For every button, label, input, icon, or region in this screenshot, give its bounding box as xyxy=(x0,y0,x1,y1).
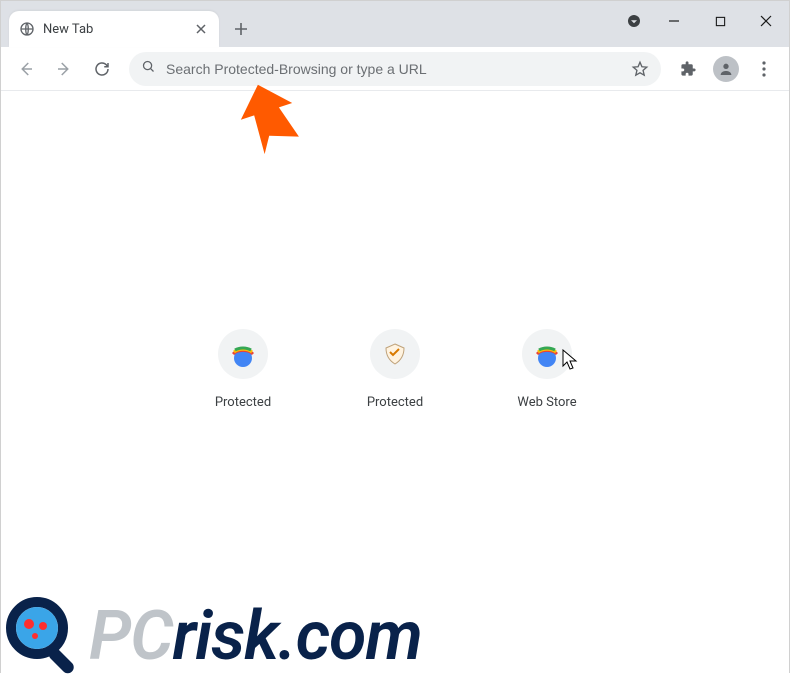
window-controls xyxy=(617,1,789,41)
globe-icon xyxy=(19,21,35,37)
extensions-icon[interactable] xyxy=(671,52,705,86)
minimize-button[interactable] xyxy=(651,1,697,41)
kebab-menu-icon[interactable] xyxy=(747,52,781,86)
shortcut-tile[interactable]: Web Store xyxy=(507,329,587,410)
shortcut-label: Protected xyxy=(367,395,423,410)
bookmark-star-icon[interactable] xyxy=(631,60,649,78)
back-button[interactable] xyxy=(9,52,43,86)
shortcut-favicon xyxy=(522,329,572,379)
tab-close-icon[interactable] xyxy=(193,21,209,37)
forward-button[interactable] xyxy=(47,52,81,86)
shortcut-favicon xyxy=(370,329,420,379)
search-tabs-icon[interactable] xyxy=(617,1,651,41)
shortcut-label: Protected xyxy=(215,395,271,410)
toolbar xyxy=(1,47,789,91)
maximize-button[interactable] xyxy=(697,1,743,41)
address-bar[interactable] xyxy=(129,52,661,86)
close-window-button[interactable] xyxy=(743,1,789,41)
shortcut-row: Protected Protected Web Stor xyxy=(203,329,587,410)
tab-strip: New Tab xyxy=(1,1,789,47)
shortcut-label: Web Store xyxy=(517,395,576,410)
avatar-icon xyxy=(713,56,739,82)
new-tab-button[interactable] xyxy=(227,15,255,43)
shortcut-favicon xyxy=(218,329,268,379)
shortcut-tile[interactable]: Protected xyxy=(203,329,283,410)
reload-button[interactable] xyxy=(85,52,119,86)
omnibox-input[interactable] xyxy=(166,61,621,77)
browser-tab[interactable]: New Tab xyxy=(9,11,219,47)
shortcut-tile[interactable]: Protected xyxy=(355,329,435,410)
profile-button[interactable] xyxy=(709,52,743,86)
tab-title: New Tab xyxy=(43,22,185,37)
new-tab-page: Protected Protected Web Stor xyxy=(1,91,789,674)
search-icon xyxy=(141,59,156,78)
